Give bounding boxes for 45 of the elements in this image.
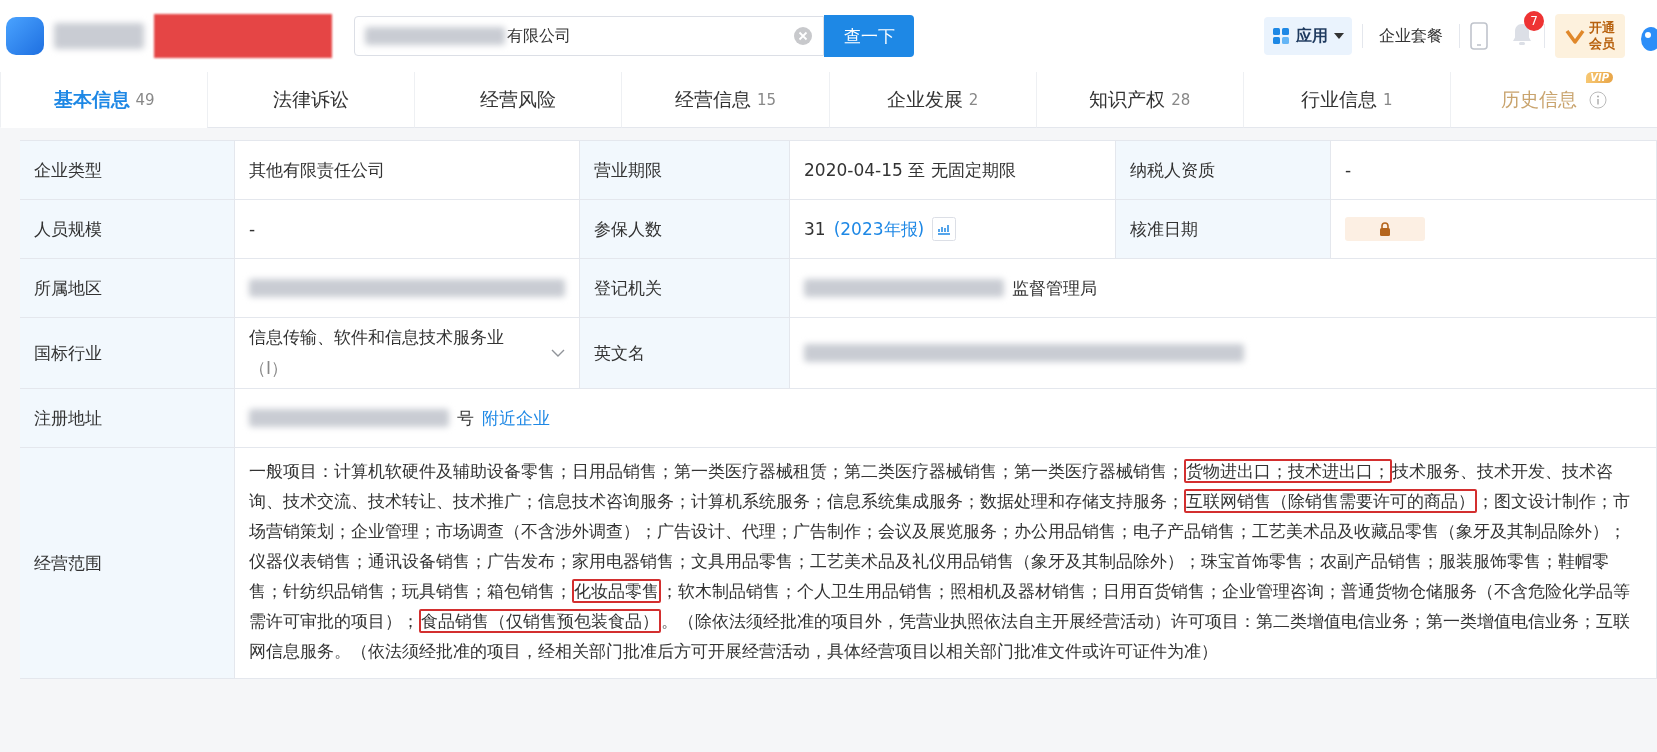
search-value: 有限公司 [507, 25, 571, 47]
search-button[interactable]: 查一下 [824, 15, 914, 57]
field-label: 登记机关 [580, 259, 790, 318]
package-link[interactable]: 企业套餐 [1373, 25, 1449, 47]
link[interactable]: (2023年报) [833, 217, 925, 241]
vip-button[interactable]: 开通 会员 [1555, 14, 1625, 58]
field-value: 31 (2023年报) [790, 200, 1116, 259]
tab[interactable]: 经营风险 [414, 72, 622, 128]
tab[interactable]: 法律诉讼 [207, 72, 415, 128]
lock-icon [1379, 222, 1391, 236]
locked-value[interactable] [1345, 217, 1425, 241]
chevron-down-icon[interactable] [551, 349, 565, 357]
link[interactable]: 附近企业 [482, 406, 550, 430]
phone-icon[interactable] [1470, 22, 1488, 50]
tab[interactable]: 行业信息 1 [1242, 72, 1450, 128]
vip-badge: VIP [1586, 72, 1613, 83]
field-label: 企业类型 [20, 141, 235, 200]
clear-icon[interactable] [793, 26, 813, 46]
caret-icon [1334, 33, 1344, 39]
tab[interactable]: 基本信息 49 [0, 72, 208, 128]
tab[interactable]: 经营信息 15 [621, 72, 829, 128]
field-value: 号 附近企业 [235, 389, 1657, 448]
chevron-icon [1565, 27, 1585, 45]
grid-icon [1272, 27, 1290, 45]
field-label: 国标行业 [20, 318, 235, 389]
field-label: 营业期限 [580, 141, 790, 200]
chart-icon[interactable] [932, 217, 957, 241]
tab[interactable]: 企业发展 2 [828, 72, 1036, 128]
field-value: - [1331, 141, 1657, 200]
field-label: 经营范围 [20, 448, 235, 679]
info-icon[interactable] [1588, 90, 1607, 109]
search-field[interactable]: 有限公司 [354, 16, 824, 56]
field-label: 人员规模 [20, 200, 235, 259]
tab[interactable]: 知识产权 28 [1035, 72, 1243, 128]
field-label: 纳税人资质 [1116, 141, 1331, 200]
field-label: 参保人数 [580, 200, 790, 259]
logo-icon[interactable] [6, 17, 44, 55]
field-label: 核准日期 [1116, 200, 1331, 259]
field-label: 所属地区 [20, 259, 235, 318]
field-label: 注册地址 [20, 389, 235, 448]
field-value: 监督管理局 [790, 259, 1657, 318]
field-label: 英文名 [580, 318, 790, 389]
notification-badge: 7 [1524, 11, 1544, 31]
business-scope-text: 一般项目：计算机软硬件及辅助设备零售；日用品销售；第一类医疗器械租赁；第二类医疗器械销售；第一类医疗器械销售；货物进出口；技术进出口；技术服务、技术开发、技术咨询、技术交流、技术转让、技术推广；信息技术咨询服务；计算机系统服务；信息系统集成服务；数据处理和存储支持服务；互联网销售（除销售需要许可的商品）；图文设计制作；市场营销策划；企业管理；市场调查（不含涉外调查）；广告设计、代理；广告制作；会议及展览服务；办公用品销售；电子产品销售；工艺美术品及收藏品零售（象牙及其制品除外）；仪器仪表销售；通讯设备销售；广告发布；家用电器销售；文具用品零售；工艺美术品及礼仪用品销售（象牙及其制品除外）；珠宝首饰零售；农副产品销售；服装服饰零售；鞋帽零售；针纺织品销售；玩具销售；箱包销售；化妆品零售；软木制品销售；个人卫生用品销售；照相机及器材销售；日用百货销售；企业管理咨询；普通货物仓储服务（不含危险化学品等需许可审批的项目）；食品销售（仅销售预包装食品）。（除依法须经批准的项目外，凭营业执照依法自主开展经营活动）许可项目：第二类增值电信业务；第一类增值电信业务；互联网信息服务。（依法须经批准的项目，经相关部门批准后方可开展经营活动，具体经营项目以相关部门批准文件或许可证件为准） [249, 458, 1631, 663]
apps-button[interactable]: 应用 [1264, 17, 1352, 55]
